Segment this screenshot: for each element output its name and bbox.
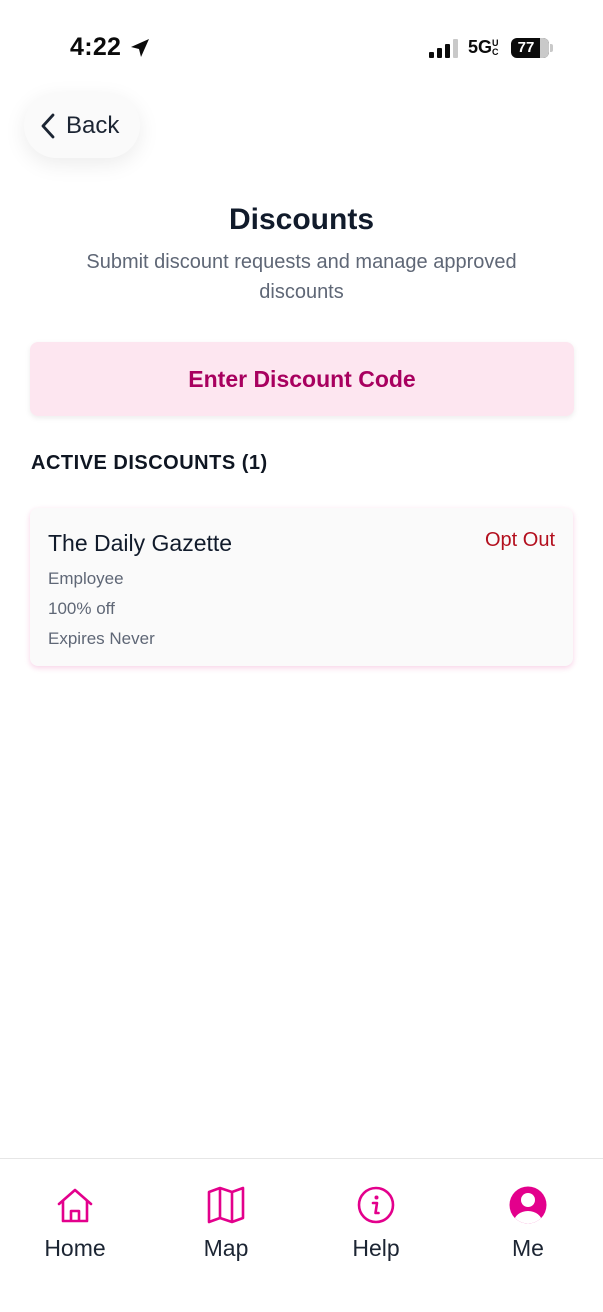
map-icon — [207, 1186, 245, 1224]
location-arrow-icon — [131, 39, 149, 57]
back-button[interactable]: Back — [24, 93, 140, 158]
enter-discount-code-label: Enter Discount Code — [188, 365, 416, 392]
enter-discount-code-button[interactable]: Enter Discount Code — [30, 342, 574, 416]
nav-label-home: Home — [44, 1235, 106, 1261]
discount-amount: 100% off — [48, 599, 115, 618]
bottom-nav: Home Map Help Me — [0, 1158, 603, 1312]
info-icon — [357, 1186, 395, 1224]
nav-label-help: Help — [352, 1235, 400, 1261]
home-icon — [57, 1188, 93, 1223]
battery-icon: 77 — [511, 38, 549, 58]
battery-level: 77 — [517, 39, 535, 56]
network-type: 5GUC — [468, 37, 501, 58]
back-button-label: Back — [66, 111, 120, 139]
nav-label-map: Map — [203, 1235, 249, 1261]
page-subtitle: Submit discount requests and manage appr… — [86, 251, 517, 303]
discount-card: The Daily Gazette Opt Out Employee 100% … — [30, 508, 573, 666]
status-bar: 4:22 5GUC 77 — [0, 0, 603, 96]
nav-label-me: Me — [512, 1235, 544, 1261]
nav-item-me[interactable]: Me — [468, 1185, 588, 1262]
cellular-signal-icon — [429, 39, 458, 58]
chevron-left-icon — [41, 113, 55, 138]
nav-item-help[interactable]: Help — [316, 1185, 436, 1262]
user-icon — [509, 1186, 547, 1224]
nav-item-map[interactable]: Map — [166, 1185, 286, 1262]
discount-type: Employee — [48, 569, 124, 588]
page-title: Discounts — [228, 203, 375, 236]
discount-name: The Daily Gazette — [48, 530, 233, 556]
network-suffix: UC — [492, 38, 499, 57]
status-time: 4:22 — [70, 33, 122, 61]
active-discounts-heading: ACTIVE DISCOUNTS (1) — [31, 452, 268, 474]
opt-out-button[interactable]: Opt Out — [485, 529, 555, 552]
discount-expiry: Expires Never — [48, 629, 155, 648]
nav-item-home[interactable]: Home — [15, 1185, 135, 1262]
